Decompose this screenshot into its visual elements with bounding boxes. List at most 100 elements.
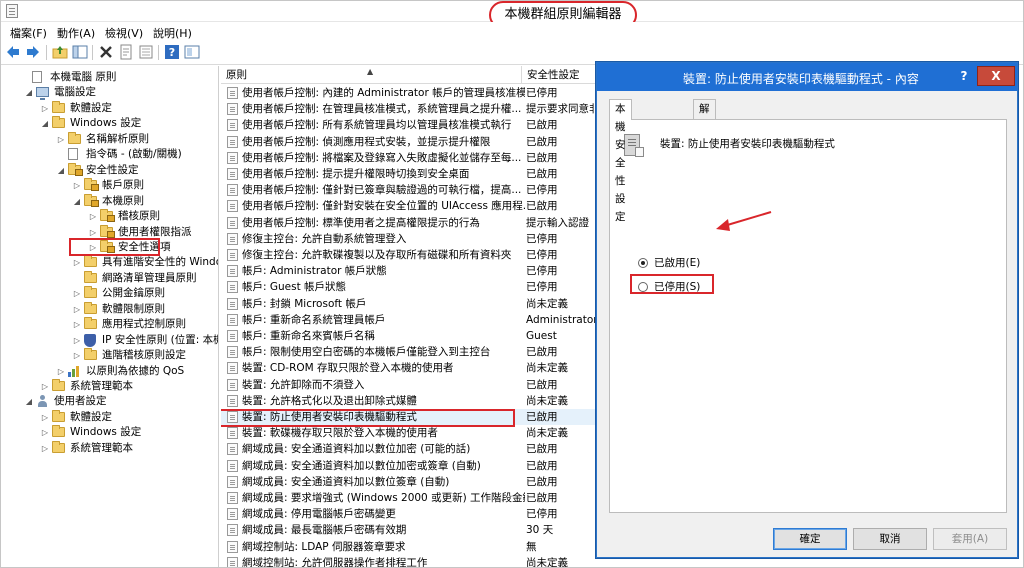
column-header-setting[interactable]: 安全性設定: [521, 66, 603, 84]
collapsed-arrow-icon[interactable]: ▷: [57, 364, 65, 379]
tree-item[interactable]: ◢ 本機原則: [0, 193, 218, 209]
show-hide-tree-icon[interactable]: [72, 44, 88, 60]
policy-row[interactable]: 網域成員: 安全通道資料加以數位簽章 (自動) 已啟用: [221, 474, 603, 490]
policy-row[interactable]: 使用者帳戶控制: 將檔案及登錄寫入失敗虛擬化並儲存至每... 已啟用: [221, 150, 603, 166]
collapsed-arrow-icon[interactable]: ▷: [73, 178, 81, 193]
policy-row[interactable]: 網域成員: 最長電腦帳戶密碼有效期 30 天: [221, 522, 603, 538]
tree-item[interactable]: ▷ 應用程式控制原則: [0, 317, 218, 332]
tree-item[interactable]: ▷ 系統管理範本: [0, 379, 218, 394]
policy-row[interactable]: 帳戶: 重新命名來賓帳戶名稱 Guest: [221, 328, 603, 344]
policy-row[interactable]: 使用者帳戶控制: 僅針對已簽章與驗證過的可執行檔，提高... 已停用: [221, 182, 603, 198]
tree-item[interactable]: ▷ 帳戶原則: [0, 178, 218, 193]
expanded-arrow-icon[interactable]: ◢: [57, 163, 65, 178]
policy-row[interactable]: 帳戶: 重新命名系統管理員帳戶 Administrator: [221, 312, 603, 328]
policy-row[interactable]: 使用者帳戶控制: 在管理員核准模式，系統管理員之提升權... 提示要求同意非...: [221, 101, 603, 117]
help-icon[interactable]: ?: [164, 44, 180, 60]
policy-name-cell: 網域成員: 要求增強式 (Windows 2000 或更新) 工作階段金鑰: [242, 492, 525, 504]
back-icon[interactable]: [5, 44, 21, 60]
collapsed-arrow-icon[interactable]: ▷: [73, 333, 81, 348]
policy-row[interactable]: 修復主控台: 允許軟碟複製以及存取所有磁碟和所有資料夾 已停用: [221, 247, 603, 263]
policy-row[interactable]: 帳戶: 封鎖 Microsoft 帳戶 尚未定義: [221, 296, 603, 312]
menu-help[interactable]: 說明(H): [153, 25, 192, 41]
tree-item[interactable]: ▷ IP 安全性原則 (位置: 本機電腦: [0, 333, 218, 348]
collapsed-arrow-icon[interactable]: ▷: [73, 348, 81, 363]
menu-view[interactable]: 檢視(V): [105, 25, 143, 41]
tree-item[interactable]: 網路清單管理員原則: [0, 270, 218, 286]
policy-row[interactable]: 網域成員: 停用電腦帳戶密碼變更 已停用: [221, 506, 603, 522]
policy-row[interactable]: 裝置: CD-ROM 存取只限於登入本機的使用者 尚未定義: [221, 360, 603, 376]
dialog-close-button[interactable]: X: [977, 66, 1015, 86]
tree-item[interactable]: ▷ 軟體設定: [0, 100, 218, 116]
cancel-button[interactable]: 取消: [853, 528, 927, 550]
tree-item[interactable]: ▷ 具有進階安全性的 Windows: [0, 255, 218, 270]
policy-row[interactable]: 使用者帳戶控制: 內建的 Administrator 帳戶的管理員核准模... 已…: [221, 85, 603, 101]
tree-item[interactable]: 指令碼 - (啟動/關機): [0, 147, 218, 162]
tree-item[interactable]: ▷ 進階稽核原則設定: [0, 348, 218, 363]
collapsed-arrow-icon[interactable]: ▷: [41, 101, 49, 116]
tree-item[interactable]: ▷ 稽核原則: [0, 209, 218, 224]
policy-row[interactable]: 使用者帳戶控制: 提示提升權限時切換到安全桌面 已啟用: [221, 166, 603, 182]
radio-enabled-button[interactable]: [638, 258, 648, 268]
view-icon[interactable]: [184, 44, 200, 60]
tree-item[interactable]: ▷ 公開金鑰原則: [0, 286, 218, 301]
export-list-icon[interactable]: [138, 44, 154, 60]
computer-icon: [36, 87, 49, 101]
up-folder-icon[interactable]: [52, 44, 68, 60]
policy-row[interactable]: 帳戶: 限制使用空白密碼的本機帳戶僅能登入到主控台 已啟用: [221, 344, 603, 360]
tree-item[interactable]: ◢ 電腦設定: [0, 85, 218, 101]
collapsed-arrow-icon[interactable]: ▷: [73, 317, 81, 332]
forward-icon[interactable]: [25, 44, 41, 60]
properties-icon[interactable]: [118, 44, 134, 60]
policy-row[interactable]: 使用者帳戶控制: 偵測應用程式安裝，並提示提升權限 已啟用: [221, 134, 603, 150]
expanded-arrow-icon[interactable]: ◢: [73, 194, 81, 209]
policy-row[interactable]: 裝置: 軟碟機存取只限於登入本機的使用者 尚未定義: [221, 425, 603, 441]
expanded-arrow-icon[interactable]: ◢: [41, 116, 49, 131]
tree-item[interactable]: ◢ 使用者設定: [0, 394, 218, 409]
dialog-help-button[interactable]: ?: [954, 67, 974, 85]
policy-row[interactable]: 裝置: 允許格式化以及退出卸除式媒體 尚未定義: [221, 393, 603, 409]
policy-row[interactable]: 網域控制站: LDAP 伺服器簽章要求 無: [221, 539, 603, 555]
radio-enabled-label[interactable]: 已啟用(E): [654, 255, 700, 271]
tree-item[interactable]: ▷ 以原則為依據的 QoS: [0, 364, 218, 379]
collapsed-arrow-icon[interactable]: ▷: [41, 425, 49, 440]
tree-item[interactable]: ▷ 系統管理範本: [0, 440, 218, 456]
tree-item[interactable]: 本機電腦 原則: [0, 70, 218, 85]
collapsed-arrow-icon[interactable]: ▷: [41, 410, 49, 425]
ok-button[interactable]: 確定: [773, 528, 847, 550]
tree-item[interactable]: ▷ 軟體限制原則: [0, 301, 218, 317]
collapsed-arrow-icon[interactable]: ▷: [89, 209, 97, 224]
delete-icon[interactable]: [98, 44, 114, 60]
collapsed-arrow-icon[interactable]: ▷: [41, 379, 49, 394]
tree-item-label: IP 安全性原則 (位置: 本機電腦: [102, 333, 218, 346]
expanded-arrow-icon[interactable]: ◢: [25, 394, 33, 409]
tab-explain[interactable]: 解說: [693, 99, 716, 133]
policy-row[interactable]: 使用者帳戶控制: 僅針對安裝在安全位置的 UIAccess 應用程... 已啟用: [221, 198, 603, 214]
expanded-arrow-icon[interactable]: ◢: [25, 85, 33, 100]
policy-row[interactable]: 網域成員: 安全通道資料加以數位加密或簽章 (自動) 已啟用: [221, 458, 603, 474]
apply-button[interactable]: 套用(A): [933, 528, 1007, 550]
policy-row[interactable]: 網域成員: 要求增強式 (Windows 2000 或更新) 工作階段金鑰 已啟用: [221, 490, 603, 506]
collapsed-arrow-icon[interactable]: ▷: [73, 255, 81, 270]
tree-item[interactable]: ▷ Windows 設定: [0, 425, 218, 440]
tab-local-security-setting[interactable]: 本機安全性設定: [609, 99, 632, 223]
collapsed-arrow-icon[interactable]: ▷: [57, 132, 65, 147]
tree-item[interactable]: ◢ 安全性設定: [0, 162, 218, 178]
policy-row[interactable]: 修復主控台: 允許自動系統管理登入 已停用: [221, 231, 603, 247]
collapsed-arrow-icon[interactable]: ▷: [73, 302, 81, 317]
menu-file[interactable]: 檔案(F): [10, 25, 47, 41]
collapsed-arrow-icon[interactable]: ▷: [41, 441, 49, 456]
collapsed-arrow-icon[interactable]: ▷: [73, 286, 81, 301]
policy-value-cell: 已停用: [526, 265, 558, 278]
policy-row[interactable]: 網域控制站: 允許伺服器操作者排程工作 尚未定義: [221, 555, 603, 568]
tree-item[interactable]: ▷ 名稱解析原則: [0, 131, 218, 147]
policy-row[interactable]: 網域成員: 安全通道資料加以數位加密 (可能的話) 已啟用: [221, 441, 603, 457]
policy-row[interactable]: 使用者帳戶控制: 所有系統管理員均以管理員核准模式執行 已啟用: [221, 117, 603, 133]
tree-item[interactable]: ◢ Windows 設定: [0, 116, 218, 131]
policy-row[interactable]: 帳戶: Guest 帳戶狀態 已停用: [221, 279, 603, 295]
policy-row[interactable]: 帳戶: Administrator 帳戶狀態 已停用: [221, 263, 603, 279]
tree-item[interactable]: ▷ 軟體設定: [0, 409, 218, 425]
menu-action[interactable]: 動作(A): [57, 25, 95, 41]
policy-row[interactable]: 裝置: 允許卸除而不須登入 已啟用: [221, 377, 603, 393]
policy-row[interactable]: 使用者帳戶控制: 標準使用者之提高權限提示的行為 提示輸入認證: [221, 215, 603, 231]
bars-icon: [68, 365, 80, 377]
